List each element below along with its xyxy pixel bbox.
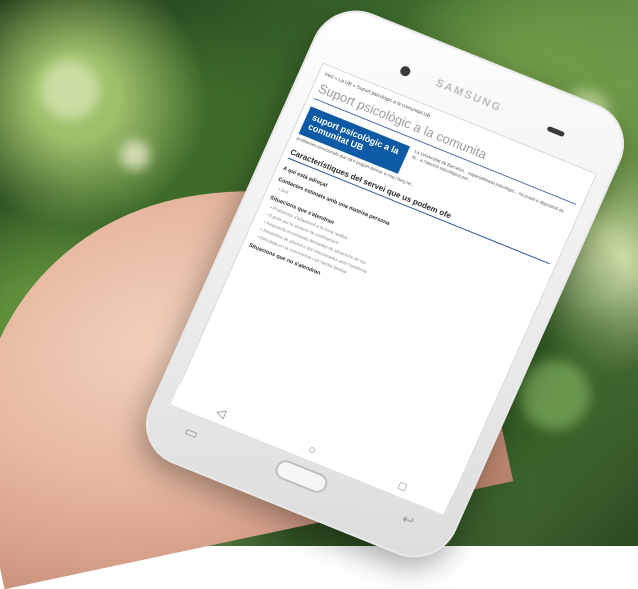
back-icon[interactable]: ◁ xyxy=(214,405,228,421)
bokeh-light xyxy=(520,360,590,430)
home-icon[interactable]: ○ xyxy=(306,442,318,458)
bokeh-light xyxy=(120,140,150,170)
bokeh-light xyxy=(40,60,100,120)
recent-apps-icon[interactable]: □ xyxy=(396,478,408,494)
